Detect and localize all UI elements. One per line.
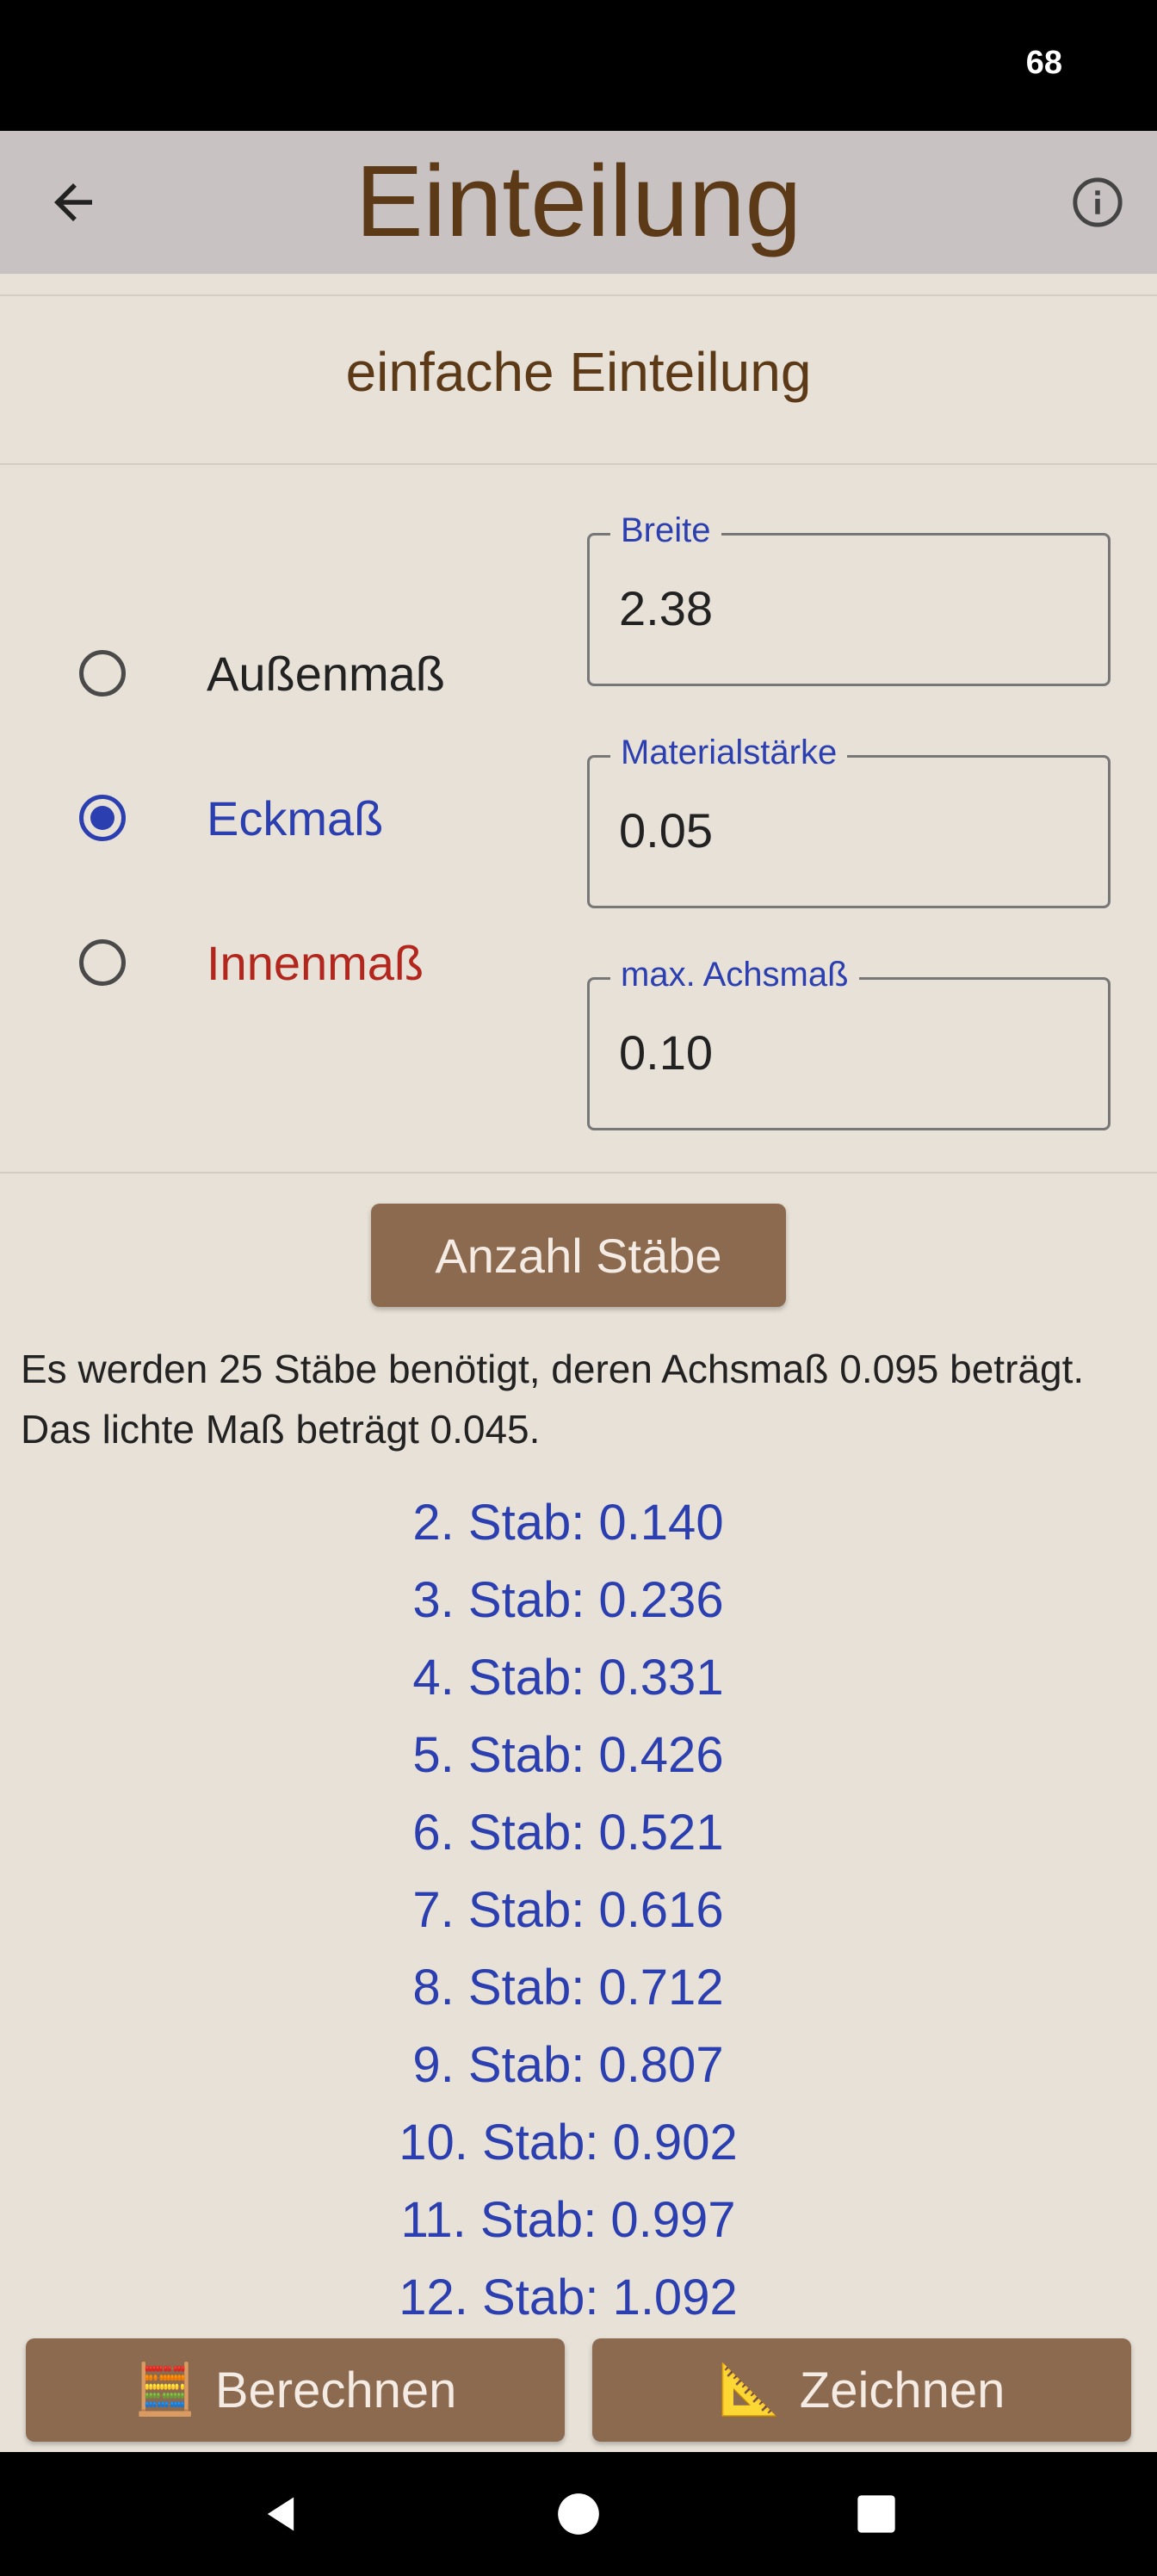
radio-label: Eckmaß (207, 790, 384, 845)
draw-label: Zeichnen (799, 2362, 1005, 2418)
radio-corner-measure[interactable]: Eckmaß (79, 783, 383, 852)
list-item: 10. Stab: 0.902 (399, 2115, 738, 2170)
count-rods-button[interactable]: Anzahl Stäbe (371, 1204, 786, 1307)
field-label: Materialstärke (610, 734, 848, 772)
list-item: 2. Stab: 0.140 (412, 1495, 724, 1551)
nav-recents-icon[interactable] (854, 2492, 899, 2536)
calculate-label: Berechnen (214, 2362, 457, 2418)
nav-home-icon[interactable] (556, 2492, 601, 2536)
material-thickness-input[interactable] (619, 802, 1084, 858)
list-item: 7. Stab: 0.616 (412, 1882, 724, 1938)
list-item: 3. Stab: 0.236 (412, 1572, 724, 1628)
section-subtitle: einfache Einteilung (345, 341, 812, 403)
list-item: 4. Stab: 0.331 (412, 1650, 724, 1706)
page-title: Einteilung (355, 145, 802, 258)
divider (0, 294, 1157, 296)
abacus-icon: 🧮 (133, 2362, 196, 2418)
field-label: Breite (610, 511, 721, 550)
list-item: 5. Stab: 0.426 (412, 1727, 724, 1783)
list-item: 11. Stab: 0.997 (400, 2192, 736, 2248)
radio-button[interactable] (79, 650, 126, 697)
divider (0, 463, 1157, 465)
list-item: 8. Stab: 0.712 (412, 1960, 724, 2016)
result-text: Es werden 25 Stäbe benötigt, deren Achsm… (21, 1347, 1085, 1452)
triangle-ruler-icon: 📐 (718, 2362, 781, 2418)
width-field[interactable]: Breite (587, 511, 1111, 686)
nav-back-icon[interactable] (258, 2492, 303, 2536)
list-item: 9. Stab: 0.807 (412, 2037, 724, 2093)
app-bar: Einteilung (0, 131, 1157, 274)
radio-label: Außenmaß (207, 646, 445, 701)
radio-inner-measure[interactable]: Innenmaß (79, 928, 424, 997)
field-label: max. Achsmaß (610, 956, 859, 994)
divider (0, 1172, 1157, 1173)
status-bar: 68 (0, 0, 1157, 131)
radio-outer-measure[interactable]: Außenmaß (79, 639, 445, 708)
radio-label: Innenmaß (207, 935, 424, 990)
calculate-button[interactable]: 🧮 Berechnen (26, 2338, 565, 2442)
max-axis-input[interactable] (619, 1025, 1084, 1081)
rod-list: 2. Stab: 0.140 3. Stab: 0.236 4. Stab: 0… (0, 1484, 1136, 2337)
list-item: 6. Stab: 0.521 (412, 1805, 724, 1861)
radio-button[interactable] (79, 939, 126, 986)
max-axis-field[interactable]: max. Achsmaß (587, 956, 1111, 1130)
battery-level: 68 (1025, 45, 1062, 81)
width-input[interactable] (619, 580, 1084, 636)
system-nav-bar (0, 2452, 1157, 2576)
radio-button-selected[interactable] (79, 795, 126, 841)
draw-button[interactable]: 📐 Zeichnen (592, 2338, 1131, 2442)
material-thickness-field[interactable]: Materialstärke (587, 734, 1111, 908)
list-item: 12. Stab: 1.092 (399, 2269, 738, 2325)
info-icon[interactable] (1069, 174, 1126, 231)
